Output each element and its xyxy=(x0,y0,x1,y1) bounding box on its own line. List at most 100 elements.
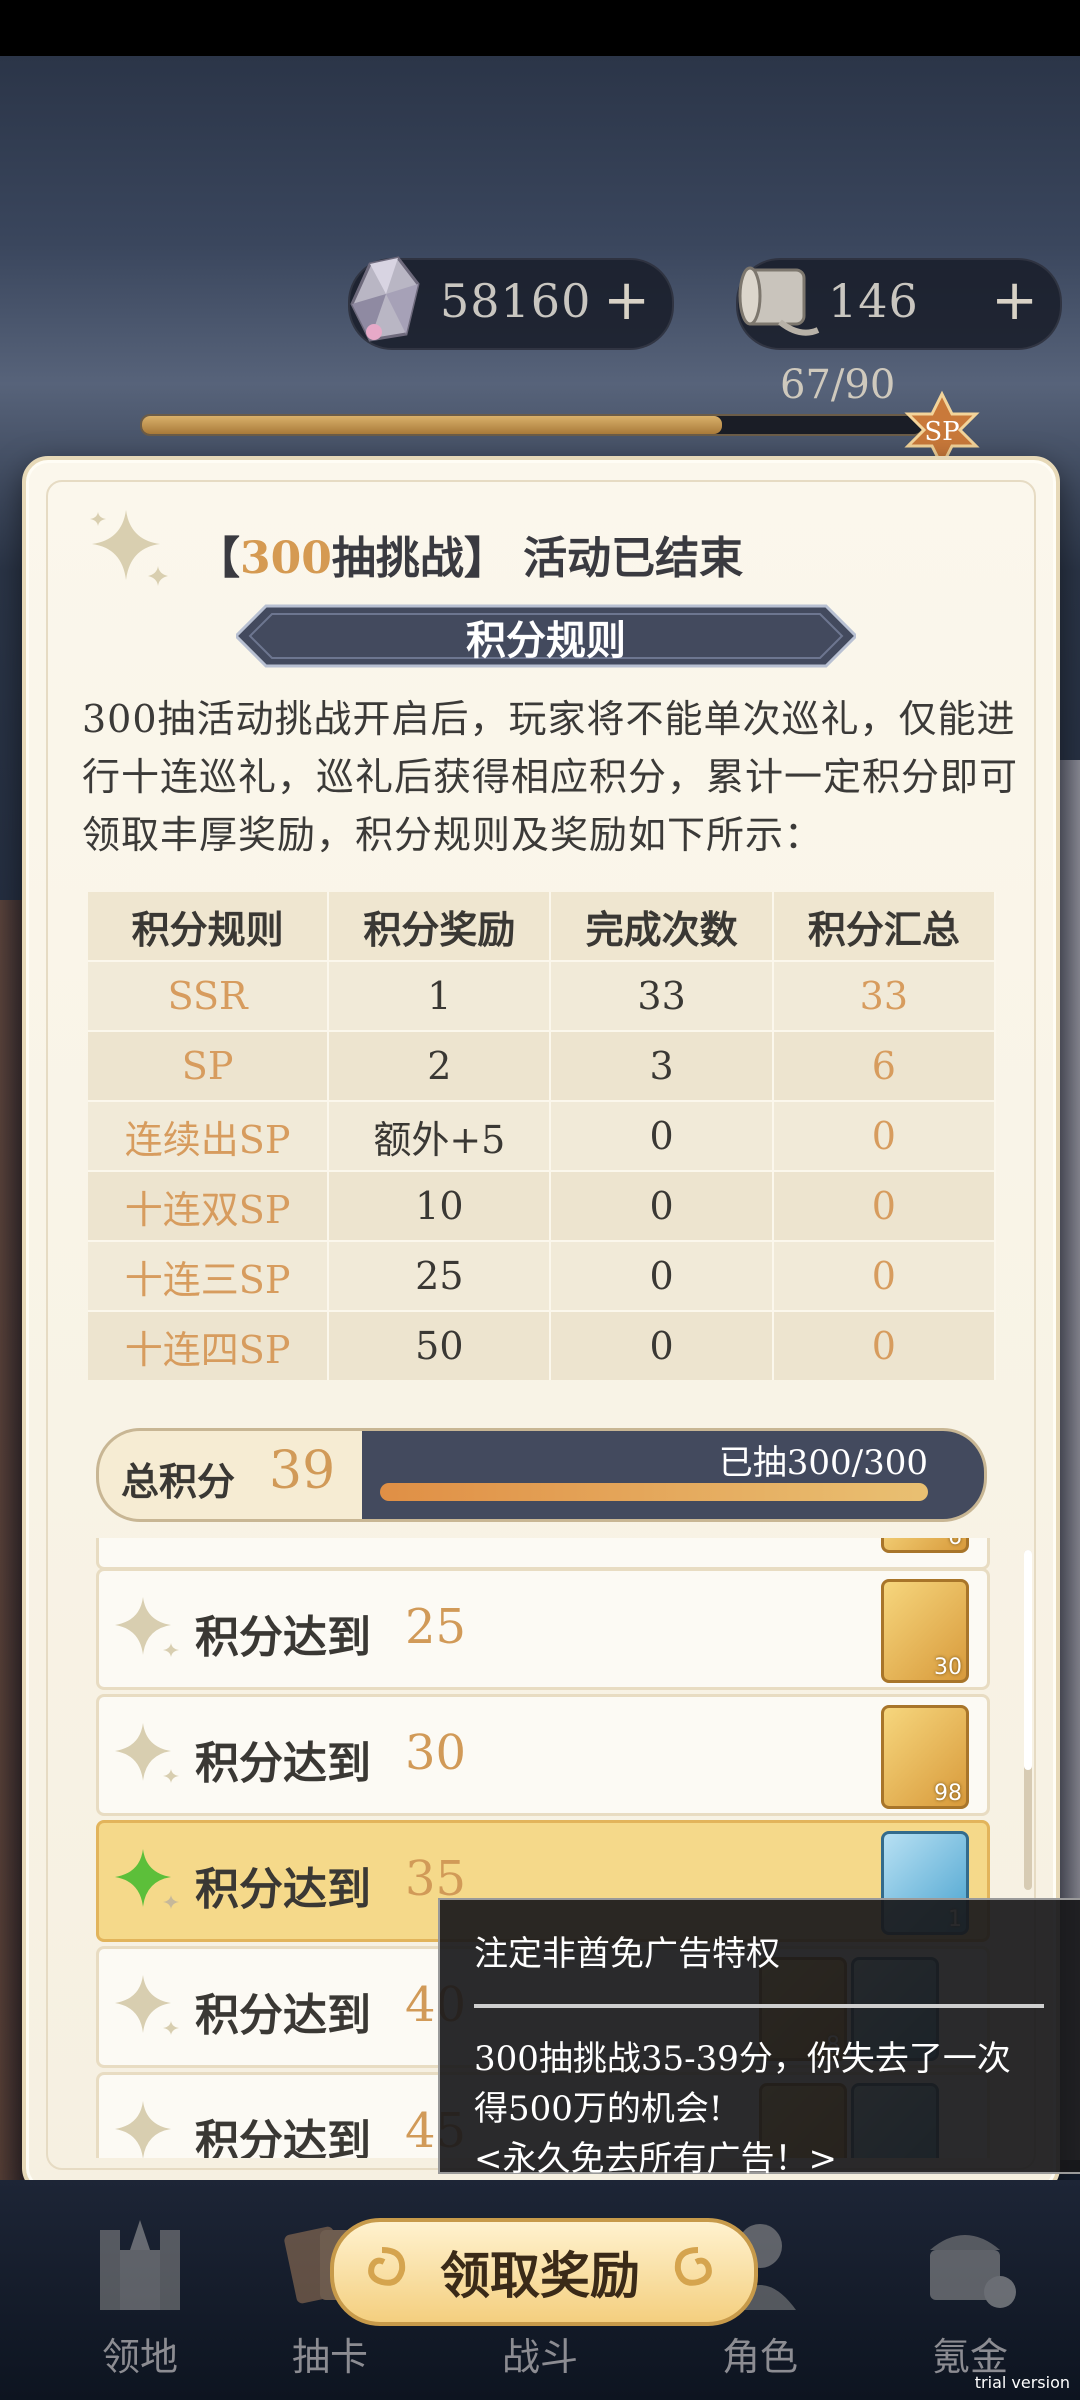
table-row: 十连三SP 25 0 0 xyxy=(88,1240,997,1311)
tooltip-title: 注定非酋免广告特权 xyxy=(474,1934,780,1974)
pity-progress-fill xyxy=(142,416,723,434)
table-cell: 50 xyxy=(328,1310,552,1380)
rules-description: 300抽活动挑战开启后，玩家将不能单次巡礼，仅能进行十连巡礼，巡礼后获得相应积分… xyxy=(82,697,1019,857)
sparkle-icon xyxy=(115,1723,179,1783)
milestone-label: 积分达到 xyxy=(195,1864,371,1915)
table-cell: 33 xyxy=(772,960,997,1031)
claim-button-label: 领取奖励 xyxy=(440,2246,640,2305)
table-cell: 3 xyxy=(550,1030,774,1101)
rules-banner: 积分规则 xyxy=(236,604,856,668)
total-points-box: 总积分 39 xyxy=(96,1428,372,1522)
table-header: 积分规则 xyxy=(88,892,330,961)
scroll-ticket-icon xyxy=(738,266,820,336)
sparkle-icon xyxy=(115,1597,179,1657)
table-cell: 2 xyxy=(328,1030,552,1101)
gem-currency: 58160 + xyxy=(348,256,674,350)
table-cell: 0 xyxy=(772,1100,997,1171)
table-row: SP 2 3 6 xyxy=(88,1030,997,1101)
table-header: 积分汇总 xyxy=(772,892,997,961)
table-cell: 0 xyxy=(772,1240,997,1311)
ticket-amount: 146 xyxy=(828,274,919,328)
table-cell: 十连四SP xyxy=(88,1310,330,1380)
table-cell: 连续出SP xyxy=(88,1100,330,1171)
title-number: 300 xyxy=(240,533,332,584)
status-bar xyxy=(0,0,1080,56)
list-item[interactable]: 积分达到 25 30 xyxy=(96,1568,990,1690)
tooltip-line: 300抽挑战35-39分，你失去了一次 xyxy=(474,2039,1011,2079)
add-gems-button[interactable]: + xyxy=(603,268,650,333)
milestone-label: 积分达到 xyxy=(195,1738,371,1789)
pity-progress-bar xyxy=(140,414,924,436)
table-cell: 25 xyxy=(328,1240,552,1311)
list-item[interactable]: 积分达到 30 98 xyxy=(96,1694,990,1816)
nav-label: 战斗 xyxy=(501,2335,578,2379)
table-header: 完成次数 xyxy=(550,892,774,961)
list-item-partial: 6 xyxy=(96,1538,990,1570)
milestone-label: 积分达到 xyxy=(195,1990,371,2041)
tooltip-link[interactable]: <永久免去所有广告！> xyxy=(474,2134,1054,2184)
table-row: SSR 1 33 33 xyxy=(88,960,997,1031)
sparkle-icon xyxy=(115,1975,179,2035)
pity-progress-text: 67/90 xyxy=(780,362,896,408)
tooltip-body: 300抽挑战35-39分，你失去了一次 得500万的机会! <永久免去所有广告！… xyxy=(474,2034,1054,2184)
sparkle-icon xyxy=(90,510,168,586)
nav-label: 抽卡 xyxy=(291,2335,368,2379)
castle-icon xyxy=(100,2220,180,2310)
watermark: trial version xyxy=(974,2373,1070,2392)
sparkle-icon xyxy=(115,2101,171,2158)
total-points-label: 总积分 xyxy=(121,1459,236,1504)
table-cell: SSR xyxy=(88,960,330,1031)
claim-reward-button[interactable]: 领取奖励 xyxy=(330,2218,758,2326)
nav-territory[interactable]: 领地 xyxy=(60,2210,220,2380)
add-tickets-button[interactable]: + xyxy=(991,268,1038,333)
table-cell: 6 xyxy=(772,1030,997,1101)
reward-card-icon[interactable]: 30 xyxy=(881,1579,969,1683)
ad-privilege-tooltip[interactable]: 注定非酋免广告特权 300抽挑战35-39分，你失去了一次 得500万的机会! … xyxy=(438,1898,1080,2179)
reward-card-icon[interactable]: 98 xyxy=(881,1705,969,1809)
total-points-value: 39 xyxy=(269,1441,336,1501)
nav-label: 角色 xyxy=(721,2335,798,2379)
table-row: 十连四SP 50 0 0 xyxy=(88,1310,997,1380)
table-cell: 十连双SP xyxy=(88,1170,330,1241)
tooltip-divider xyxy=(474,2004,1044,2008)
table-cell: 0 xyxy=(550,1310,774,1380)
table-row: 十连双SP 10 0 0 xyxy=(88,1170,997,1241)
table-cell: 0 xyxy=(550,1170,774,1241)
reward-count: 30 xyxy=(934,1655,962,1680)
total-points-bar: 总积分 39 已抽300/300 xyxy=(96,1428,996,1522)
scrollbar-thumb[interactable] xyxy=(1024,1550,1032,1770)
table-header-row: 积分规则 积分奖励 完成次数 积分汇总 xyxy=(88,892,997,961)
sp-badge-text: SP xyxy=(924,417,959,447)
points-table: 积分规则 积分奖励 完成次数 积分汇总 SSR 1 33 33 SP 2 3 6… xyxy=(88,892,997,1380)
list-scrollbar[interactable] xyxy=(1024,1550,1032,1890)
crystal-icon xyxy=(350,256,420,342)
draw-progress-text: 已抽300/300 xyxy=(718,1443,928,1483)
reward-count: 98 xyxy=(934,1781,962,1806)
draw-progress-fill xyxy=(380,1483,928,1501)
reward-card-icon: 6 xyxy=(881,1538,969,1553)
milestone-label: 积分达到 xyxy=(195,2116,371,2158)
nav-shop[interactable]: 氪金 xyxy=(890,2210,1050,2380)
table-cell: 0 xyxy=(772,1310,997,1380)
nav-label: 领地 xyxy=(101,2335,178,2379)
table-cell: SP xyxy=(88,1030,330,1101)
table-cell: 十连三SP xyxy=(88,1240,330,1311)
table-cell: 0 xyxy=(550,1100,774,1171)
milestone-value: 30 xyxy=(405,1725,467,1781)
rules-title: 积分规则 xyxy=(466,617,626,664)
milestone-label: 积分达到 xyxy=(195,1612,371,1663)
dialog-title: 【300抽挑战】 活动已结束 xyxy=(196,522,743,586)
milestone-value: 25 xyxy=(405,1599,467,1655)
reward-count: 6 xyxy=(948,1538,962,1550)
title-bracket: 【 xyxy=(196,533,240,584)
ticket-currency: 146 + xyxy=(736,258,1062,350)
table-cell: 10 xyxy=(328,1170,552,1241)
table-row: 连续出SP 额外+5 0 0 xyxy=(88,1100,997,1171)
tooltip-line: 得500万的机会! xyxy=(474,2089,723,2129)
table-header: 积分奖励 xyxy=(328,892,552,961)
table-cell: 0 xyxy=(772,1170,997,1241)
table-cell: 额外+5 xyxy=(328,1100,552,1171)
sparkle-active-icon xyxy=(115,1849,179,1909)
title-text: 抽挑战】 活动已结束 xyxy=(331,533,744,584)
table-cell: 1 xyxy=(328,960,552,1031)
